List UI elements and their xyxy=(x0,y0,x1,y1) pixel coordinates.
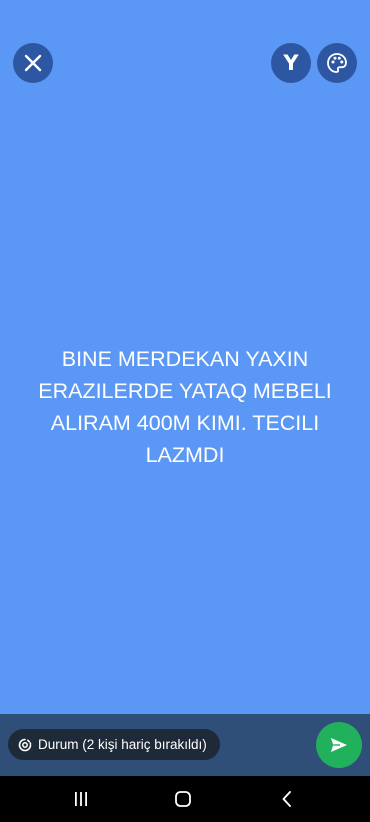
system-navigation-bar xyxy=(0,776,370,822)
recents-button[interactable] xyxy=(66,787,96,811)
status-ring-icon xyxy=(18,738,32,751)
composer-bar: Durum (2 kişi hariç bırakıldı) xyxy=(0,714,370,776)
back-button[interactable] xyxy=(272,787,302,811)
close-button[interactable] xyxy=(13,43,53,83)
font-style-button[interactable]: Y xyxy=(271,43,311,83)
send-button[interactable] xyxy=(316,722,362,768)
send-icon xyxy=(331,738,347,752)
home-icon xyxy=(175,791,191,807)
palette-icon xyxy=(327,53,347,73)
recents-icon xyxy=(75,792,87,806)
close-icon xyxy=(24,54,42,72)
home-button[interactable] xyxy=(168,787,198,811)
audience-label: Durum (2 kişi hariç bırakıldı) xyxy=(38,737,207,752)
status-canvas[interactable]: Y BINE MERDEKAN YAXIN ERAZILERDE YATAQ M… xyxy=(0,0,370,714)
status-text[interactable]: BINE MERDEKAN YAXIN ERAZILERDE YATAQ MEB… xyxy=(20,343,350,471)
color-palette-button[interactable] xyxy=(317,43,357,83)
audience-chip[interactable]: Durum (2 kişi hariç bırakıldı) xyxy=(8,729,220,760)
back-icon xyxy=(282,791,291,807)
font-style-label: Y xyxy=(283,50,299,75)
